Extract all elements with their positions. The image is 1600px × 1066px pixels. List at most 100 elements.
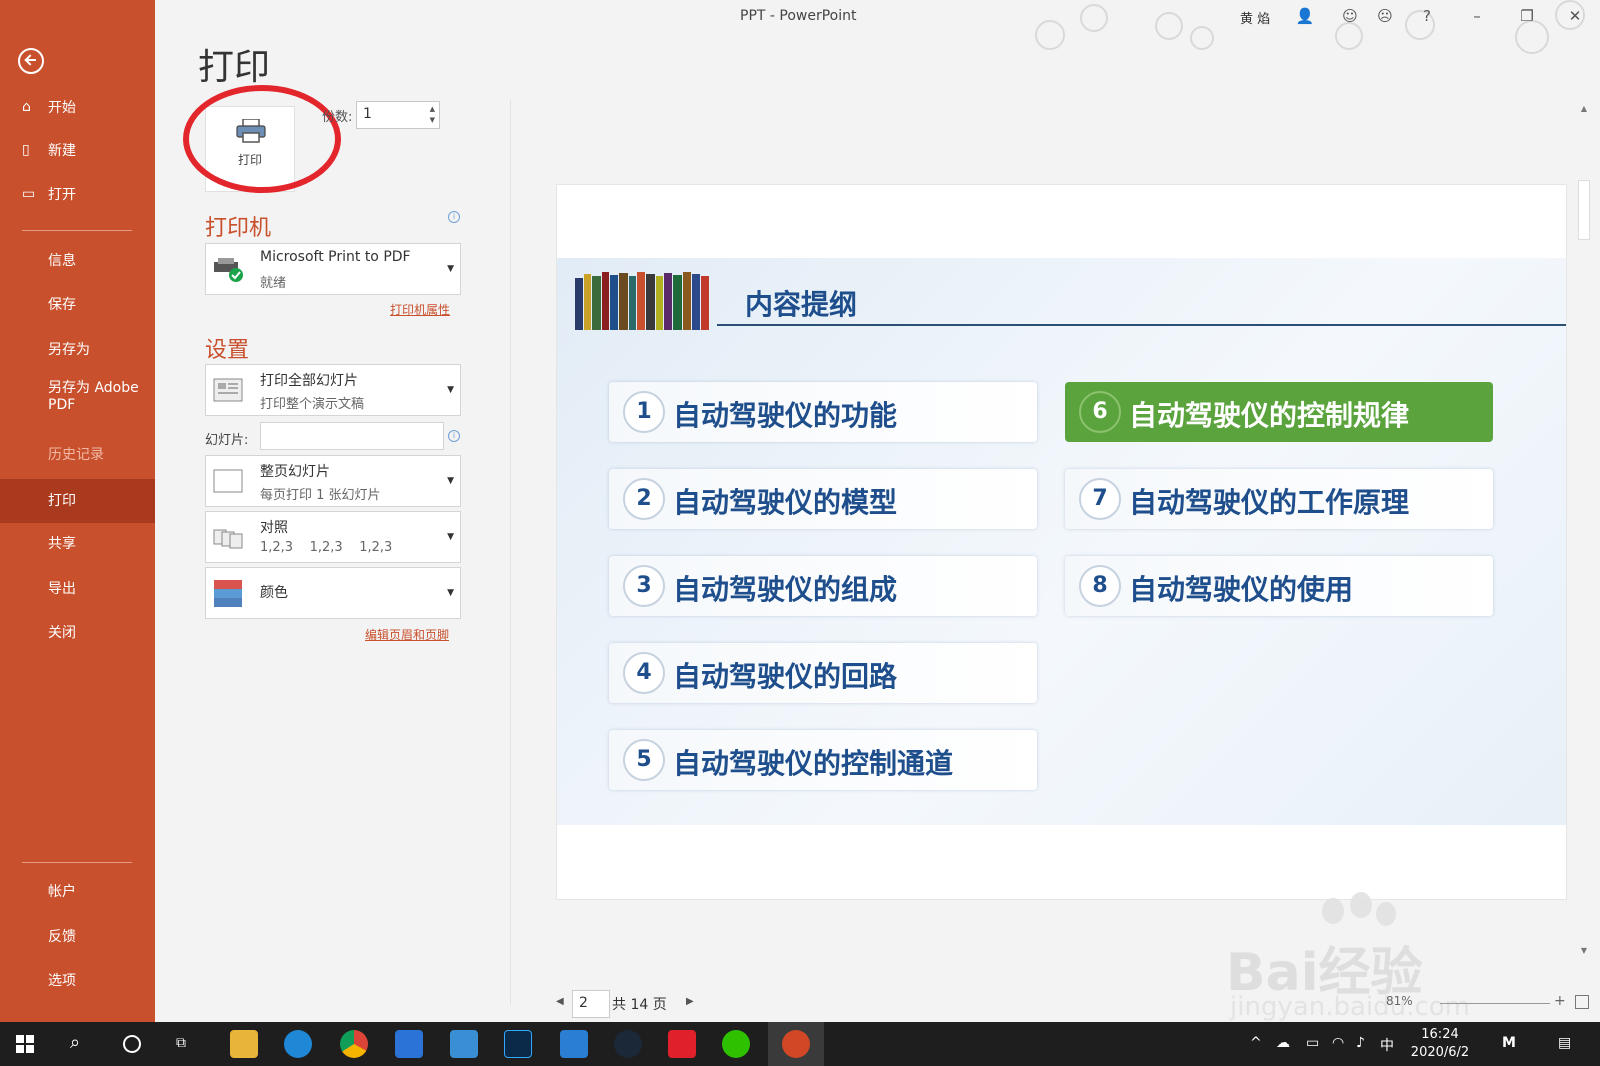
wifi-icon[interactable]: ◠ [1332, 1035, 1344, 1051]
nav-item-print[interactable]: 打印 [0, 479, 155, 523]
prev-page-icon[interactable]: ◀ [556, 996, 564, 1007]
title-underline [717, 324, 1566, 326]
powerpoint-icon[interactable] [782, 1030, 810, 1058]
watermark-paw [1376, 902, 1396, 926]
color-main: 颜色 [260, 585, 288, 601]
nav-item-share[interactable]: 共享 [0, 524, 155, 564]
window-title: PPT - PowerPoint [740, 8, 857, 24]
nav-item-save-as-pdf[interactable]: 另存为 Adobe PDF [0, 380, 155, 424]
smile-icon[interactable]: ☺ [1340, 6, 1360, 26]
nav-item-close[interactable]: 关闭 [0, 613, 155, 653]
back-arrow-icon[interactable] [18, 48, 44, 74]
nav-item-options[interactable]: 选项 [0, 961, 155, 1001]
info-icon[interactable]: i [448, 211, 460, 223]
item-text: 自动驾驶仪的控制规律 [1129, 399, 1410, 432]
nav-item-save-as[interactable]: 另存为 [0, 330, 155, 370]
tray-chevron-icon[interactable]: ^ [1250, 1035, 1262, 1051]
help-icon[interactable]: ? [1417, 6, 1437, 26]
spin-down-icon[interactable]: ▼ [430, 116, 435, 124]
edge-icon[interactable] [284, 1030, 312, 1058]
start-icon[interactable] [16, 1035, 34, 1053]
scroll-down-icon[interactable]: ▼ [1578, 946, 1590, 956]
nav-divider [22, 862, 132, 863]
item-text: 自动驾驶仪的使用 [1129, 573, 1354, 606]
print-range-select[interactable]: 打印全部幻灯片 打印整个演示文稿 ▼ [205, 364, 461, 416]
volume-icon[interactable]: ♪ [1356, 1035, 1365, 1051]
info-icon[interactable]: i [448, 430, 460, 442]
frown-icon[interactable]: ☹ [1375, 6, 1395, 26]
copies-input[interactable]: 1 ▲ ▼ [356, 101, 440, 129]
search-icon[interactable]: ⌕ [70, 1032, 80, 1053]
user-name[interactable]: 黄 焰 [1240, 8, 1270, 27]
ime-indicator[interactable]: 中 [1380, 1035, 1394, 1055]
dropdown-arrow-icon: ▼ [447, 532, 454, 542]
nav-item-info[interactable]: 信息 [0, 241, 155, 281]
background-swirl [1335, 22, 1363, 50]
steam-icon[interactable] [614, 1030, 642, 1058]
cortana-icon[interactable] [123, 1035, 141, 1053]
collate-icon [213, 529, 243, 549]
outline-item: 3 自动驾驶仪的组成 [609, 556, 1037, 616]
zoom-slider[interactable] [1440, 1003, 1550, 1004]
clock-date: 2020/6/2 [1410, 1045, 1470, 1060]
collate-sub: 1,2,3 1,2,3 1,2,3 [260, 540, 393, 555]
nav-item-save[interactable]: 保存 [0, 285, 155, 325]
nav-item-history[interactable]: 历史记录 [0, 435, 155, 475]
chrome-icon[interactable] [340, 1030, 368, 1058]
user-avatar-icon[interactable]: 👤 [1295, 6, 1315, 26]
nav-item-label: 选项 [48, 973, 76, 989]
dropdown-arrow-icon: ▼ [447, 385, 454, 395]
scroll-thumb[interactable] [1578, 180, 1590, 240]
zoom-in-icon[interactable]: + [1554, 993, 1566, 1009]
item-number: 6 [1079, 391, 1121, 433]
nav-item-new[interactable]: ▯ 新建 [0, 131, 155, 171]
item-number: 2 [623, 478, 665, 520]
page-number-input[interactable]: 2 [572, 990, 610, 1018]
clock-time: 16:24 [1421, 1027, 1459, 1042]
nav-item-home[interactable]: ⌂ 开始 [0, 88, 155, 128]
wechat-icon[interactable] [722, 1030, 750, 1058]
print-range-sub: 打印整个演示文稿 [260, 397, 365, 412]
next-page-icon[interactable]: ▶ [686, 996, 694, 1007]
ime-mode-icon[interactable]: M [1502, 1035, 1516, 1051]
minimize-icon[interactable]: – [1467, 6, 1487, 26]
store-icon[interactable] [395, 1030, 423, 1058]
browser-icon[interactable] [560, 1030, 588, 1058]
scroll-up-icon[interactable]: ▲ [1578, 104, 1590, 114]
slides-input[interactable] [260, 422, 444, 450]
outline-item: 8 自动驾驶仪的使用 [1065, 556, 1493, 616]
restore-icon[interactable]: ❐ [1517, 6, 1537, 26]
layout-main: 整页幻灯片 [260, 464, 330, 480]
nav-item-account[interactable]: 帐户 [0, 872, 155, 912]
close-icon[interactable]: ✕ [1565, 6, 1585, 26]
preview-scrollbar[interactable]: ▲ ▼ [1575, 100, 1593, 962]
watermark-paw [1322, 898, 1344, 924]
file-explorer-icon[interactable] [230, 1030, 258, 1058]
printer-select[interactable]: Microsoft Print to PDF 就绪 ▼ [205, 243, 461, 295]
nav-item-open[interactable]: ▭ 打开 [0, 175, 155, 215]
fit-to-window-icon[interactable] [1575, 995, 1589, 1009]
photoshop-icon[interactable] [504, 1030, 532, 1058]
watermark-paw [1350, 892, 1372, 918]
nav-item-label: 打印 [48, 493, 76, 509]
nav-item-label: 导出 [48, 581, 76, 597]
collate-select[interactable]: 对照 1,2,3 1,2,3 1,2,3 ▼ [205, 511, 461, 563]
spin-up-icon[interactable]: ▲ [430, 105, 435, 113]
mail-icon[interactable] [450, 1030, 478, 1058]
printer-name: Microsoft Print to PDF [260, 249, 411, 265]
nav-item-feedback[interactable]: 反馈 [0, 917, 155, 957]
notification-icon[interactable]: ▤ [1558, 1035, 1571, 1051]
layout-select[interactable]: 整页幻灯片 每页打印 1 张幻灯片 ▼ [205, 455, 461, 507]
nav-item-export[interactable]: 导出 [0, 569, 155, 609]
item-number: 7 [1079, 478, 1121, 520]
books-image [575, 272, 709, 330]
battery-icon[interactable]: ▭ [1306, 1035, 1319, 1051]
edit-header-footer-link[interactable]: 编辑页眉和页脚 [365, 626, 449, 643]
title-bar: PPT - PowerPoint 黄 焰 👤 ☺ ☹ ? – ❐ ✕ [155, 0, 1600, 54]
color-select[interactable]: 颜色 ▼ [205, 567, 461, 619]
clock[interactable]: 16:24 2020/6/2 [1400, 1026, 1480, 1062]
netease-music-icon[interactable] [668, 1030, 696, 1058]
printer-properties-link[interactable]: 打印机属性 [390, 301, 450, 318]
task-view-icon[interactable]: ⧉ [176, 1035, 186, 1051]
cloud-icon[interactable]: ☁ [1276, 1035, 1290, 1051]
